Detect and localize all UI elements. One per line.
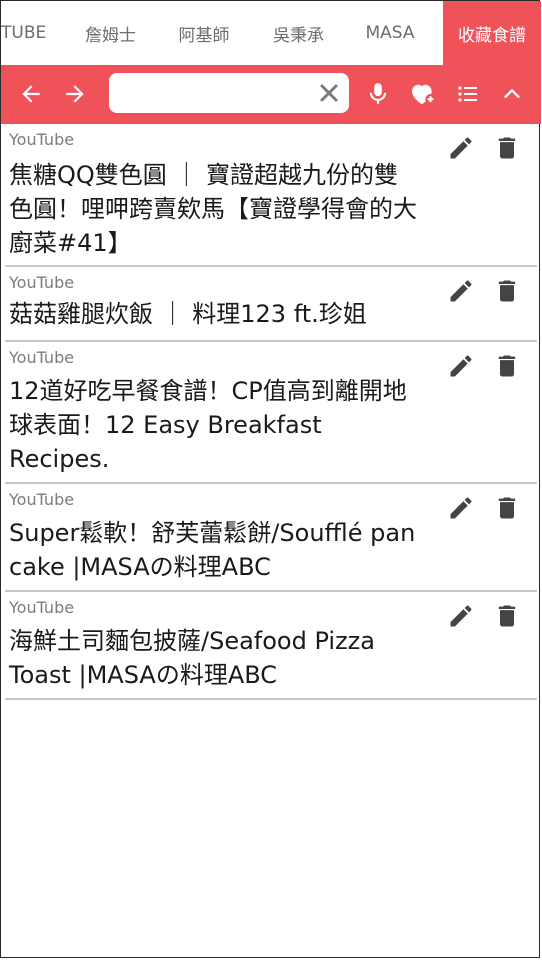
search-box [109, 73, 349, 115]
add-favorite-heart-icon[interactable] [408, 79, 438, 109]
trash-icon[interactable] [493, 494, 523, 524]
pencil-icon[interactable] [447, 352, 477, 382]
trash-icon[interactable] [493, 602, 523, 632]
category-tabs: TUBE 詹姆士 阿基師 吳秉承 MASA 收藏食譜 [1, 1, 541, 65]
search-input[interactable] [117, 73, 311, 115]
list-item[interactable]: YouTube 菇菇雞腿炊飯 ｜ 料理123 ft.珍姐 [5, 267, 537, 342]
trash-icon[interactable] [493, 352, 523, 382]
tab-wu-bing-cheng[interactable]: 吳秉承 [260, 1, 337, 65]
item-title[interactable]: 焦糖QQ雙色圓 ｜ 寶證超越九份的雙色圓！哩呷跨賣欸馬【寶證學得會的大廚菜#41… [9, 158, 419, 260]
pencil-icon[interactable] [447, 494, 477, 524]
chevron-up-icon[interactable] [497, 79, 527, 109]
trash-icon[interactable] [493, 134, 523, 164]
list-item[interactable]: YouTube 焦糖QQ雙色圓 ｜ 寶證超越九份的雙色圓！哩呷跨賣欸馬【寶證學得… [5, 124, 537, 267]
toolbar [1, 65, 541, 124]
list-item[interactable]: YouTube Super鬆軟！舒芙蕾鬆餅/Soufflé pan cake |… [5, 484, 537, 592]
tab-youtube[interactable]: TUBE [1, 1, 73, 65]
tab-chef-a-ji[interactable]: 阿基師 [148, 1, 260, 65]
list-item[interactable]: YouTube 12道好吃早餐食譜！CP值高到離開地球表面！12 Easy Br… [5, 342, 537, 484]
item-source: YouTube [9, 490, 75, 509]
item-title[interactable]: 菇菇雞腿炊飯 ｜ 料理123 ft.珍姐 [9, 297, 419, 331]
pencil-icon[interactable] [447, 277, 477, 307]
item-title[interactable]: 海鮮土司麵包披薩/Seafood Pizza Toast |MASAの料理ABC [9, 624, 419, 692]
tab-favorites[interactable]: 收藏食譜 [443, 1, 541, 65]
item-source: YouTube [9, 598, 75, 617]
item-source: YouTube [9, 273, 75, 292]
item-title[interactable]: 12道好吃早餐食譜！CP值高到離開地球表面！12 Easy Breakfast … [9, 374, 419, 476]
tab-james[interactable]: 詹姆士 [73, 1, 148, 65]
list-item[interactable]: YouTube 海鮮土司麵包披薩/Seafood Pizza Toast |MA… [5, 592, 537, 700]
pencil-icon[interactable] [447, 602, 477, 632]
microphone-icon[interactable] [363, 79, 393, 109]
forward-arrow-icon[interactable] [60, 79, 90, 109]
clear-icon[interactable] [317, 81, 341, 105]
trash-icon[interactable] [493, 277, 523, 307]
item-source: YouTube [9, 348, 75, 367]
tab-masa[interactable]: MASA [337, 1, 443, 65]
back-arrow-icon[interactable] [16, 79, 46, 109]
favorites-list: YouTube 焦糖QQ雙色圓 ｜ 寶證超越九份的雙色圓！哩呷跨賣欸馬【寶證學得… [1, 124, 541, 700]
pencil-icon[interactable] [447, 134, 477, 164]
item-title[interactable]: Super鬆軟！舒芙蕾鬆餅/Soufflé pan cake |MASAの料理A… [9, 516, 419, 584]
list-icon[interactable] [453, 79, 483, 109]
item-source: YouTube [9, 130, 75, 149]
